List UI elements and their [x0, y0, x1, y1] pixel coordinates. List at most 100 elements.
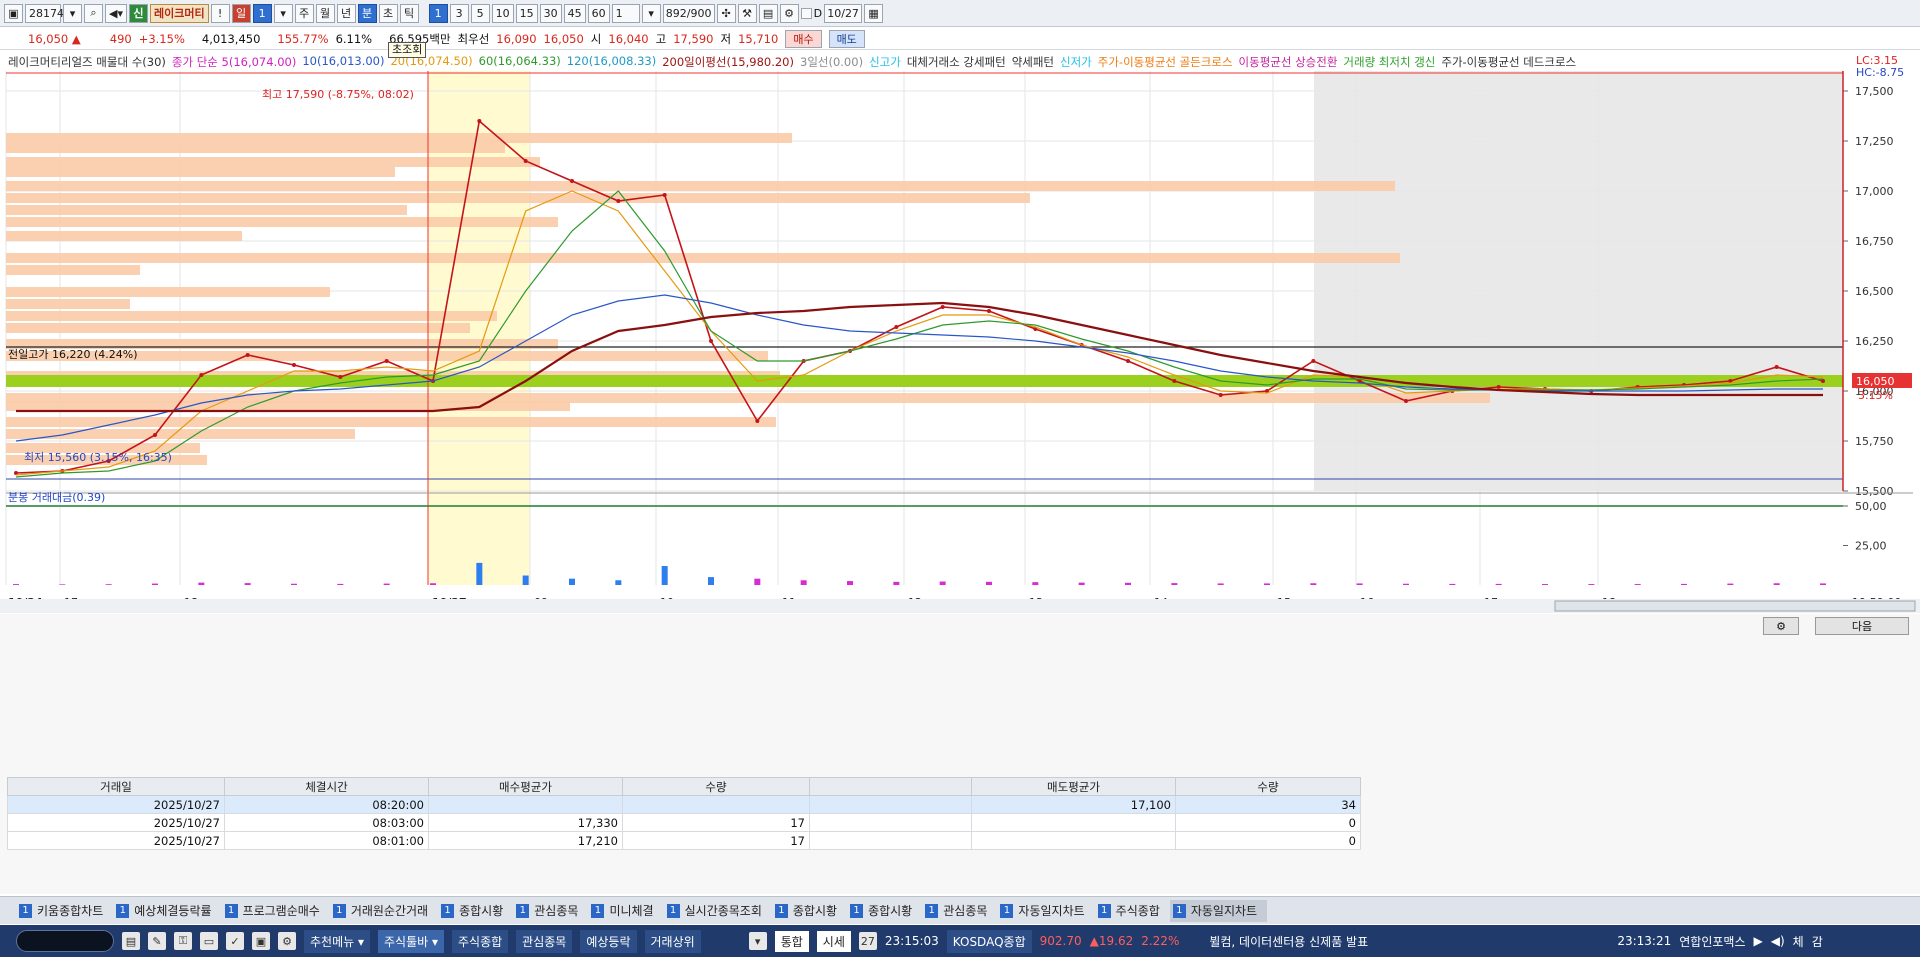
interval-dropdown-icon[interactable]: ▾ [641, 3, 661, 23]
sound-icon[interactable]: ◀▾ [105, 3, 127, 23]
tab-item[interactable]: 1 자동일지차트 [997, 900, 1094, 922]
period-year-button[interactable]: 년 [336, 3, 356, 23]
settings-gear-icon[interactable]: ⚙ [278, 932, 296, 950]
period-dropdown-icon[interactable]: ▾ [273, 3, 293, 23]
period-second-button[interactable]: 초 [378, 3, 398, 23]
tab-item[interactable]: 1 예상체결등락률 [113, 900, 221, 922]
tab-item[interactable]: 1 주식종합 [1095, 900, 1170, 922]
minute-60-button[interactable]: 60 [587, 3, 610, 23]
tab-item[interactable]: 1 관심종목 [513, 900, 588, 922]
period-month-button[interactable]: 월 [315, 3, 335, 23]
legend-item[interactable]: 주가-이동평균선 데드크로스 [1441, 54, 1576, 70]
period-value[interactable]: 1 [252, 3, 272, 23]
play-icon[interactable]: ▶ [1754, 934, 1763, 948]
stock-code-dropdown-icon[interactable]: ▾ [63, 3, 82, 23]
news-ticker[interactable]: 뷜컴, 데이터센터용 신제품 발표 [1209, 933, 1609, 950]
chevron-down-icon[interactable]: ▾ [748, 932, 767, 950]
tab-item[interactable]: 1 프로그램순매수 [222, 900, 330, 922]
legend-item[interactable]: 3일선(0.00) [800, 54, 863, 70]
legend-item[interactable]: 60(16,064.33) [479, 54, 561, 70]
menu-expected[interactable]: 예상등락 [580, 929, 637, 953]
label-gam[interactable]: 감 [1812, 933, 1823, 950]
lock-icon[interactable]: ⚿ [174, 932, 192, 950]
minute-5-button[interactable]: 5 [470, 3, 490, 23]
crosshair-icon[interactable]: ✣ [716, 3, 736, 23]
legend-item[interactable]: 신저가 [1060, 54, 1092, 70]
interval-input[interactable]: 1 [611, 3, 640, 23]
period-day-button[interactable]: 일 [231, 3, 251, 23]
tab-item[interactable]: 1 자동일지차트 [1169, 899, 1268, 922]
minute-15-button[interactable]: 15 [515, 3, 538, 23]
minute-30-button[interactable]: 30 [539, 3, 562, 23]
buy-button[interactable]: 매수 [785, 29, 822, 48]
minute-45-button[interactable]: 45 [563, 3, 586, 23]
table-row[interactable]: 2025/10/27 08:03:00 17,330 17 0 [7, 813, 1361, 832]
tab-item[interactable]: 1 거래원순간거래 [330, 900, 438, 922]
minute-1-button[interactable]: 1 [428, 3, 448, 23]
legend-item[interactable]: 120(16,008.33) [567, 54, 656, 70]
date-checkbox[interactable] [800, 7, 812, 19]
tab-item[interactable]: 1 종합시황 [847, 900, 922, 922]
tab-item[interactable]: 1 키움종합차트 [16, 900, 113, 922]
legend-item[interactable]: 거래량 최저치 갱신 [1343, 54, 1435, 70]
legend-item[interactable]: 10(16,013.00) [302, 54, 384, 70]
legend-item[interactable]: 약세패턴 [1012, 54, 1054, 70]
check-icon[interactable]: ✓ [226, 932, 244, 950]
legend-item[interactable]: 신고가 [869, 54, 901, 70]
legend-item[interactable]: 대체거래소 강세패턴 [907, 54, 1006, 70]
stock-code-input[interactable]: 281740 [25, 3, 71, 23]
menu-search-input[interactable] [16, 930, 114, 952]
stock-name[interactable]: 레이크머티 [149, 3, 209, 23]
volume-bar [1125, 582, 1131, 585]
legend-item[interactable]: 종가 단순 5(16,074.00) [172, 54, 296, 70]
legend-item[interactable]: 200일이평선(15,980.20) [662, 54, 794, 70]
tab-item[interactable]: 1 미니체결 [588, 900, 663, 922]
table-row[interactable]: 2025/10/27 08:01:00 17,210 17 0 [7, 831, 1361, 850]
data-point [662, 193, 667, 197]
period-tick-button[interactable]: 틱 [399, 3, 419, 23]
index-name[interactable]: KOSDAQ종합 [946, 929, 1032, 953]
screen-icon[interactable]: ▭ [200, 932, 218, 950]
menu-stock-toolbar[interactable]: 주식툴바 ▾ [378, 929, 444, 953]
mode-integrated[interactable]: 통합 [774, 930, 809, 952]
tab-item[interactable]: 1 실시간종목조회 [664, 900, 772, 922]
menu-top-trades[interactable]: 거래상위 [644, 929, 701, 953]
volume-bar [1217, 583, 1224, 585]
tab-item[interactable]: 1 종합시황 [438, 900, 513, 922]
date-input[interactable]: 10/27 [824, 3, 863, 23]
pencil-icon[interactable]: ✎ [148, 932, 166, 950]
save-icon[interactable]: ▤ [758, 3, 778, 23]
minute-10-button[interactable]: 10 [491, 3, 514, 23]
folder-icon[interactable]: ▤ [122, 932, 140, 950]
alert-button[interactable]: ! [210, 3, 230, 23]
sell-button[interactable]: 매도 [828, 29, 865, 48]
menu-recommend[interactable]: 추천메뉴 ▾ [304, 929, 370, 953]
chart-canvas[interactable]: 17,500 17,250 17,000 16,750 16,500 16,250 16,0… [0, 51, 1920, 613]
price-chart[interactable]: 17,500 17,250 17,000 16,750 16,500 16,250 16,0… [0, 51, 1920, 613]
search-icon[interactable]: ⌕ [84, 3, 103, 23]
monitor-icon[interactable]: ▣ [252, 932, 270, 950]
menu-watchlist[interactable]: 관심종목 [516, 929, 573, 953]
menu-stock-summary[interactable]: 주식종합 [452, 929, 509, 953]
tab-number: 1 [774, 903, 788, 918]
next-button[interactable]: 다음 [1815, 617, 1909, 635]
volume-bar [1403, 583, 1409, 585]
period-minute-button[interactable]: 분 [357, 3, 377, 23]
mode-quote[interactable]: 시세 [816, 930, 851, 952]
legend-item[interactable]: 레이크머티리얼즈 매물대 수(30) [8, 54, 166, 70]
tab-item[interactable]: 1 관심종목 [922, 900, 997, 922]
table-row[interactable]: 2025/10/27 08:20:00 17,100 34 [7, 795, 1361, 814]
legend-item[interactable]: 이동평균선 상승전환 [1239, 54, 1338, 70]
count-display[interactable]: 892/900 [662, 3, 715, 23]
tools-icon[interactable]: ⚒ [737, 3, 757, 23]
settings-gear-icon[interactable]: ⚙ [779, 3, 799, 23]
calendar-icon[interactable]: ▦ [864, 3, 884, 23]
tab-item[interactable]: 1 종합시황 [772, 900, 847, 922]
volume-icon[interactable]: ◀) [1771, 934, 1785, 948]
label-che[interactable]: 체 [1793, 933, 1804, 950]
minute-3-button[interactable]: 3 [449, 3, 469, 23]
table-settings-button[interactable]: ⚙ [1763, 617, 1799, 635]
period-week-button[interactable]: 주 [294, 3, 314, 23]
legend-item[interactable]: 주가-이동평균선 골든크로스 [1098, 54, 1233, 70]
window-icon[interactable]: ▣ [4, 3, 23, 23]
